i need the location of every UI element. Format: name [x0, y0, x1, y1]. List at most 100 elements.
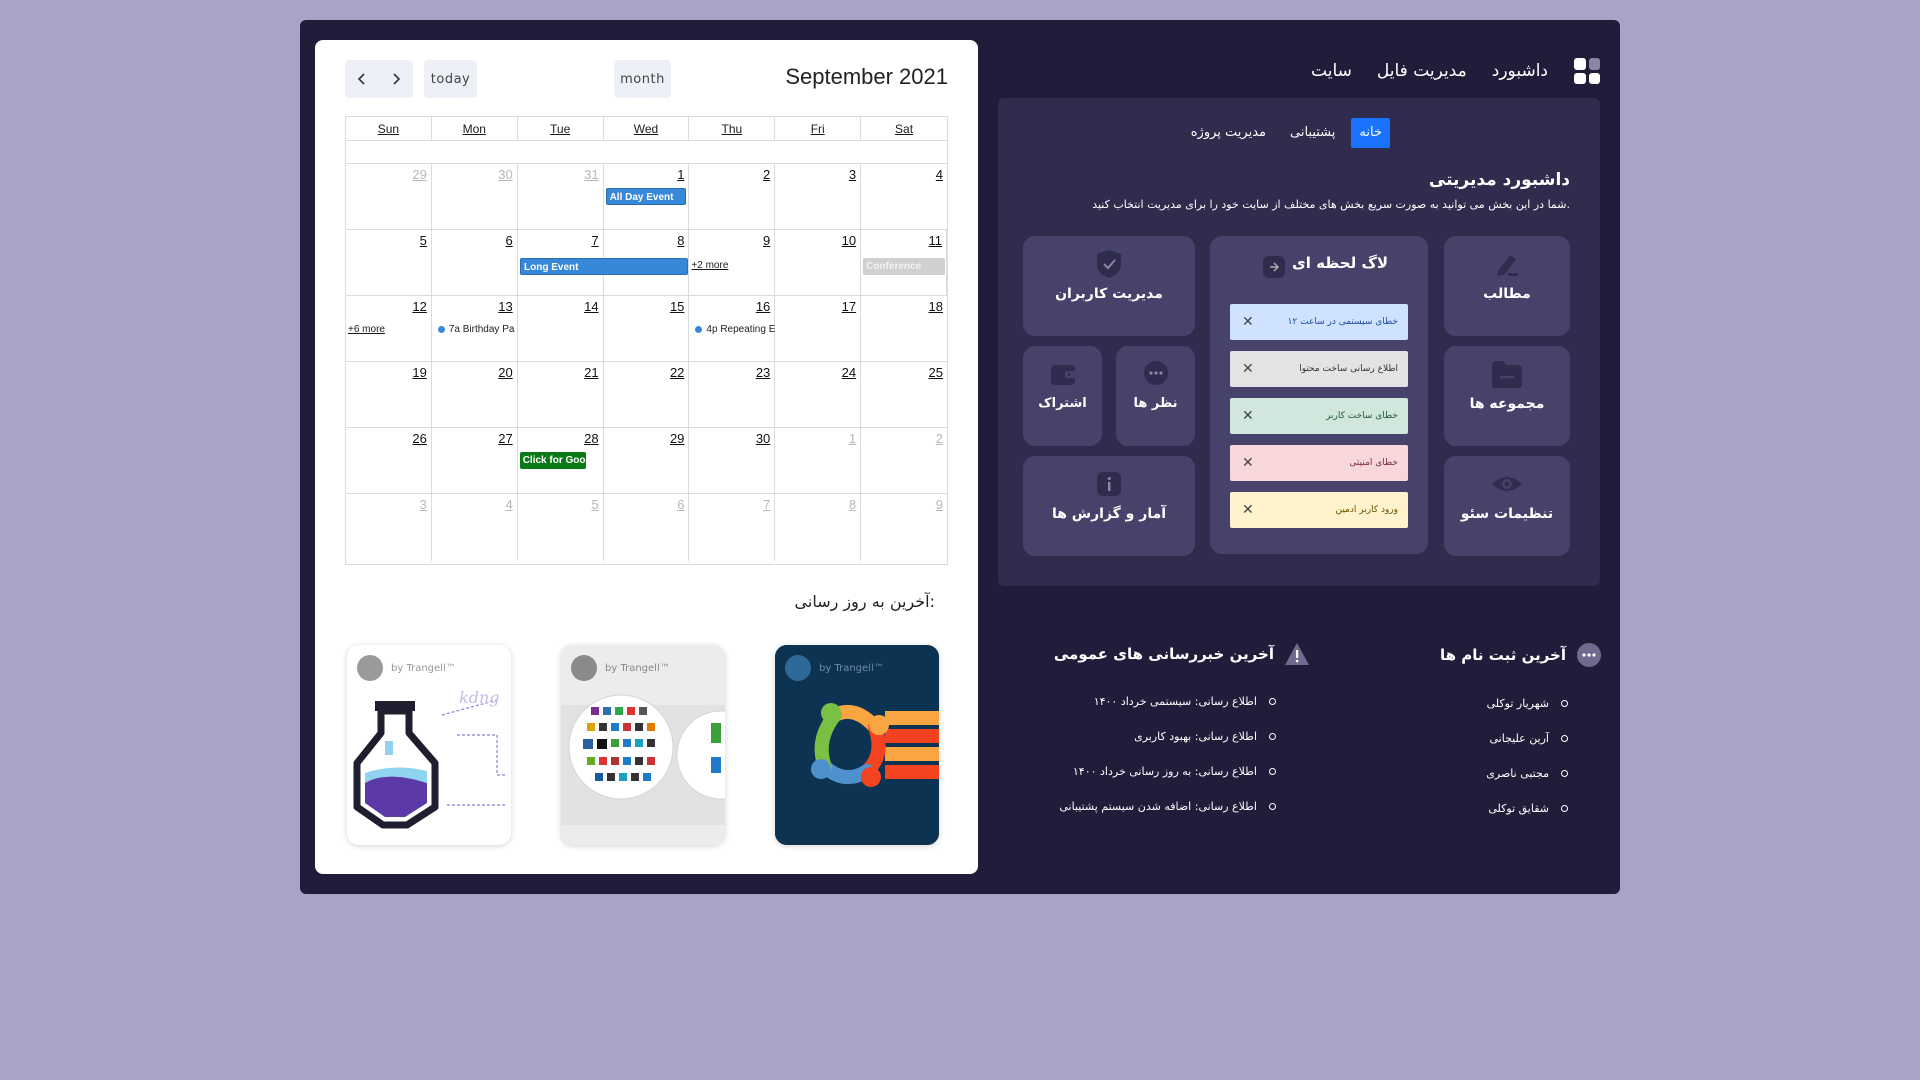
more-events-link[interactable]: +6 more	[348, 324, 385, 335]
weekday-mon[interactable]: Mon	[432, 117, 518, 141]
tile-stats[interactable]: آمار و گزارش ها	[1023, 456, 1195, 556]
day-cell[interactable]: 11 Conference	[861, 230, 947, 295]
close-icon[interactable]: ✕	[1242, 455, 1254, 471]
day-cell[interactable]: 12 +6 more	[346, 296, 432, 361]
list-item[interactable]: شهریار توکلی	[1402, 686, 1568, 721]
day-cell[interactable]: 26	[346, 428, 432, 493]
close-icon[interactable]: ✕	[1242, 408, 1254, 424]
day-number[interactable]: 4	[936, 167, 943, 182]
day-number[interactable]: 3	[849, 167, 856, 182]
day-cell[interactable]: 25	[861, 362, 947, 427]
next-month-button[interactable]	[379, 60, 413, 98]
day-number[interactable]: 7	[763, 497, 770, 512]
day-cell[interactable]: 22	[604, 362, 690, 427]
day-number[interactable]: 15	[670, 299, 684, 314]
day-cell[interactable]: 4	[861, 164, 947, 229]
list-item[interactable]: مجتبی ناصری	[1402, 756, 1568, 791]
day-cell[interactable]: 19	[346, 362, 432, 427]
weekday-tue[interactable]: Tue	[518, 117, 604, 141]
day-cell[interactable]: 31	[518, 164, 604, 229]
day-cell[interactable]: 29	[346, 164, 432, 229]
day-number[interactable]: 19	[412, 365, 426, 380]
day-cell[interactable]: 30	[432, 164, 518, 229]
day-number[interactable]: 9	[936, 497, 943, 512]
day-cell[interactable]: 16 4p Repeating E	[689, 296, 775, 361]
day-number[interactable]: 9	[763, 233, 770, 248]
app-grid-icon[interactable]	[1574, 58, 1600, 84]
list-item[interactable]: شقایق توکلی	[1402, 791, 1568, 826]
weekday-sun[interactable]: Sun	[346, 117, 432, 141]
day-number[interactable]: 1	[849, 431, 856, 446]
list-item[interactable]: آرین علیجانی	[1402, 721, 1568, 756]
event-repeating[interactable]: 4p Repeating E	[695, 324, 775, 335]
today-button[interactable]: today	[424, 60, 477, 98]
day-number[interactable]: 13	[498, 299, 512, 314]
weekday-thu[interactable]: Thu	[689, 117, 776, 141]
day-number[interactable]: 16	[756, 299, 770, 314]
list-item[interactable]: اطلاع رسانی: به روز رسانی خرداد ۱۴۰۰	[1050, 754, 1276, 789]
list-item[interactable]: اطلاع رسانی: بهبود کاربری	[1050, 719, 1276, 754]
event-birthday[interactable]: 7a Birthday Pa	[437, 324, 518, 335]
day-number[interactable]: 25	[929, 365, 943, 380]
day-cell[interactable]: 4	[432, 494, 518, 561]
nav-item-file-manager[interactable]: مدیریت فایل	[1377, 58, 1467, 84]
day-cell[interactable]: 8	[775, 494, 862, 561]
day-cell[interactable]: 17	[775, 296, 862, 361]
day-cell[interactable]: 6	[432, 230, 518, 295]
day-cell[interactable]: 9 +2 more	[689, 230, 776, 295]
day-cell[interactable]: 3	[775, 164, 862, 229]
update-thumbnail[interactable]: kdng by Trangell™	[347, 645, 511, 845]
day-number[interactable]: 12	[412, 299, 426, 314]
day-number[interactable]: 30	[756, 431, 770, 446]
day-number[interactable]: 29	[412, 167, 426, 182]
tab-project-management[interactable]: مدیریت پروژه	[1183, 118, 1274, 148]
day-number[interactable]: 20	[498, 365, 512, 380]
day-number[interactable]: 29	[670, 431, 684, 446]
day-number[interactable]: 1	[677, 167, 684, 182]
tab-home[interactable]: خانه	[1351, 118, 1390, 148]
day-cell[interactable]: 15	[604, 296, 690, 361]
close-icon[interactable]: ✕	[1242, 314, 1254, 330]
list-item[interactable]: اطلاع رسانی: اضافه شدن سیستم پشتیبانی	[1050, 789, 1276, 824]
day-cell[interactable]: 29	[604, 428, 690, 493]
day-number[interactable]: 5	[420, 233, 427, 248]
update-thumbnail[interactable]: by Trangell™	[561, 645, 725, 845]
event-long[interactable]: Long Event	[520, 258, 688, 275]
day-number[interactable]: 30	[498, 167, 512, 182]
day-cell[interactable]: 20	[432, 362, 518, 427]
more-events-link[interactable]: +2 more	[691, 260, 728, 271]
arrow-right-icon[interactable]	[1263, 256, 1285, 278]
day-number[interactable]: 31	[584, 167, 598, 182]
day-cell[interactable]: 24	[775, 362, 862, 427]
day-number[interactable]: 24	[842, 365, 856, 380]
day-cell[interactable]: 18	[861, 296, 947, 361]
day-cell[interactable]: 14	[518, 296, 604, 361]
day-cell[interactable]: 2	[689, 164, 776, 229]
day-cell[interactable]: 9	[861, 494, 947, 561]
list-item[interactable]: اطلاع رسانی: سیستمی خرداد ۱۴۰۰	[1050, 684, 1276, 719]
day-number[interactable]: 22	[670, 365, 684, 380]
day-number[interactable]: 8	[677, 233, 684, 248]
day-cell[interactable]: 2	[861, 428, 947, 493]
day-number[interactable]: 10	[842, 233, 856, 248]
day-number[interactable]: 21	[584, 365, 598, 380]
day-number[interactable]: 5	[591, 497, 598, 512]
day-cell[interactable]: 5	[518, 494, 604, 561]
day-cell[interactable]: 6	[604, 494, 690, 561]
day-number[interactable]: 17	[842, 299, 856, 314]
day-number[interactable]: 2	[936, 431, 943, 446]
update-thumbnail[interactable]: by Trangell™	[775, 645, 939, 845]
day-cell[interactable]: 13 7a Birthday Pa	[432, 296, 518, 361]
day-cell[interactable]: 5	[346, 230, 432, 295]
prev-month-button[interactable]	[345, 60, 379, 98]
day-cell[interactable]: 30	[689, 428, 776, 493]
day-cell[interactable]: 23	[689, 362, 776, 427]
nav-item-dashboard[interactable]: داشبورد	[1492, 58, 1548, 84]
day-cell[interactable]: 10	[775, 230, 862, 295]
day-number[interactable]: 11	[928, 233, 942, 248]
day-number[interactable]: 8	[849, 497, 856, 512]
day-cell[interactable]: 21	[518, 362, 604, 427]
close-icon[interactable]: ✕	[1242, 502, 1254, 518]
weekday-wed[interactable]: Wed	[604, 117, 690, 141]
tile-articles[interactable]: مطالب	[1444, 236, 1570, 336]
